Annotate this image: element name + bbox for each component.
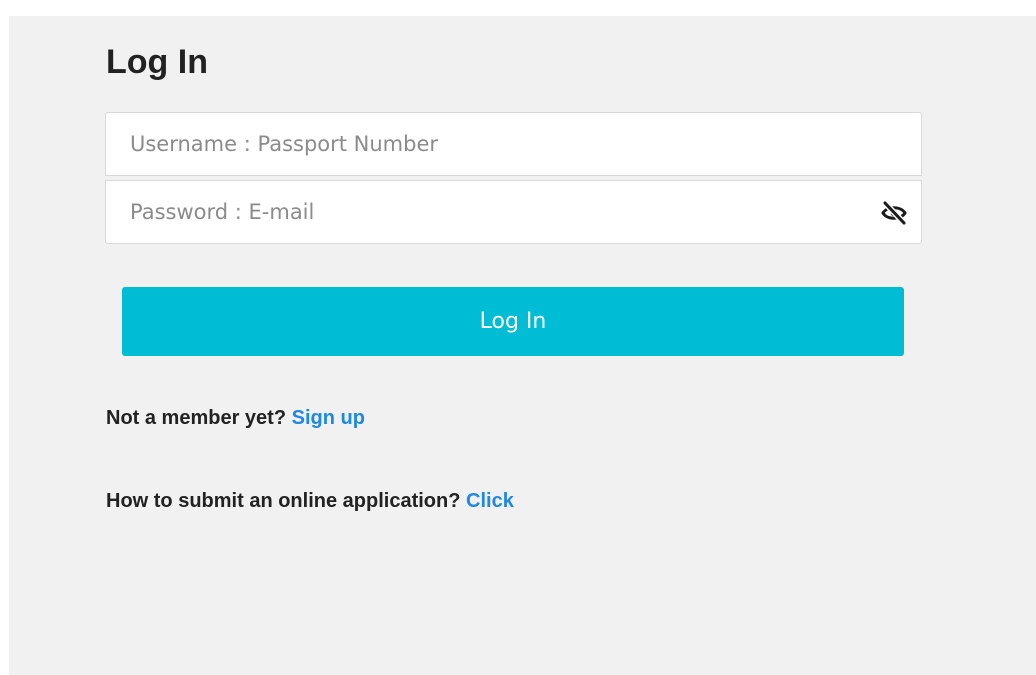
eye-slash-icon[interactable]	[881, 200, 907, 226]
howto-prompt: How to submit an online application?	[106, 490, 461, 512]
username-field-container	[105, 112, 922, 176]
page-title: Log In	[106, 43, 208, 81]
signup-link[interactable]: Sign up	[292, 407, 365, 429]
password-field-container	[105, 180, 922, 244]
password-input[interactable]	[106, 181, 921, 243]
howto-link[interactable]: Click	[466, 490, 514, 512]
signup-prompt: Not a member yet?	[106, 407, 287, 429]
login-panel: Log In Log In Not a member yet? Sign up …	[9, 16, 1036, 675]
signup-row: Not a member yet? Sign up	[106, 407, 365, 430]
howto-row: How to submit an online application? Cli…	[106, 490, 514, 513]
username-input[interactable]	[106, 113, 921, 175]
login-button[interactable]: Log In	[122, 287, 904, 356]
